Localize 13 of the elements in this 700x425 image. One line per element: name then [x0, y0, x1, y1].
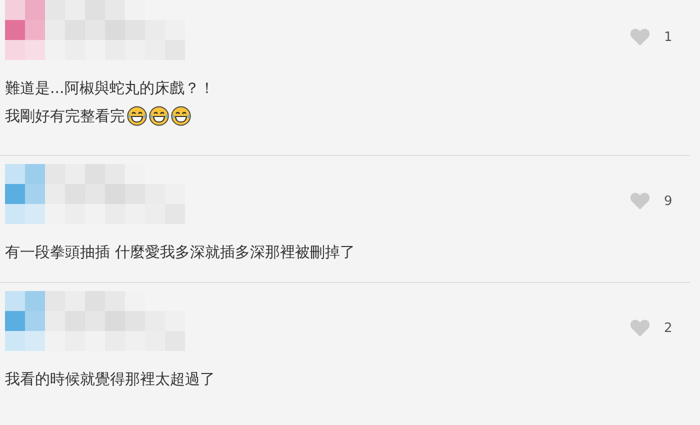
comment-text: 我剛好有完整看完: [5, 106, 125, 126]
like-count: 2: [664, 320, 672, 336]
laughing-emoji-icon: [171, 106, 191, 126]
heart-icon[interactable]: [630, 319, 650, 337]
heart-icon[interactable]: [630, 28, 650, 46]
comment-text: 難道是...阿椒與蛇丸的床戲？！: [5, 78, 214, 98]
laughing-emoji-icon: [127, 106, 147, 126]
heart-icon[interactable]: [630, 192, 650, 210]
comment-text: 有一段拳頭抽插 什麼愛我多深就插多深那裡被刪掉了: [5, 242, 355, 262]
like-count: 9: [664, 194, 672, 208]
like-count: 1: [664, 30, 672, 44]
laughing-emoji-icon: [149, 106, 169, 126]
comment-text: 我看的時候就覺得那裡太超過了: [5, 370, 215, 388]
